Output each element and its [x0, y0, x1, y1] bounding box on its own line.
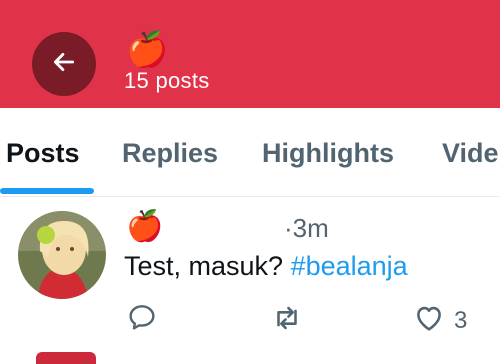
post-body: Test, masuk? — [124, 251, 291, 281]
post-count: 15 posts — [124, 68, 210, 93]
profile-name: 🍎 — [126, 31, 169, 69]
reply-icon — [126, 301, 158, 338]
like-button[interactable]: 3 — [412, 301, 467, 340]
post-item[interactable]: 🍎 ·3m Test, masuk? #bealanja 3 — [0, 197, 500, 358]
heart-icon — [412, 301, 446, 340]
like-count: 3 — [454, 306, 468, 334]
repost-icon — [270, 301, 304, 340]
next-post-avatar[interactable] — [36, 352, 96, 364]
active-tab-indicator — [0, 188, 94, 194]
avatar[interactable] — [18, 211, 106, 299]
post-author-name[interactable]: 🍎 — [126, 209, 163, 245]
arrow-left-icon — [51, 49, 77, 80]
back-button[interactable] — [32, 32, 96, 96]
tab-replies[interactable]: Replies — [122, 138, 218, 169]
tab-posts[interactable]: Posts — [6, 138, 80, 169]
reply-button[interactable] — [126, 301, 158, 338]
profile-header: 🍎 15 posts — [0, 0, 500, 108]
post-timestamp[interactable]: ·3m — [284, 213, 329, 244]
tab-videos[interactable]: Vide — [442, 138, 499, 169]
profile-tabs: Posts Replies Highlights Vide — [0, 108, 500, 197]
post-text: Test, masuk? #bealanja — [124, 251, 408, 282]
tab-highlights[interactable]: Highlights — [262, 138, 394, 169]
hashtag-link[interactable]: #bealanja — [291, 251, 408, 281]
repost-button[interactable] — [270, 301, 304, 340]
